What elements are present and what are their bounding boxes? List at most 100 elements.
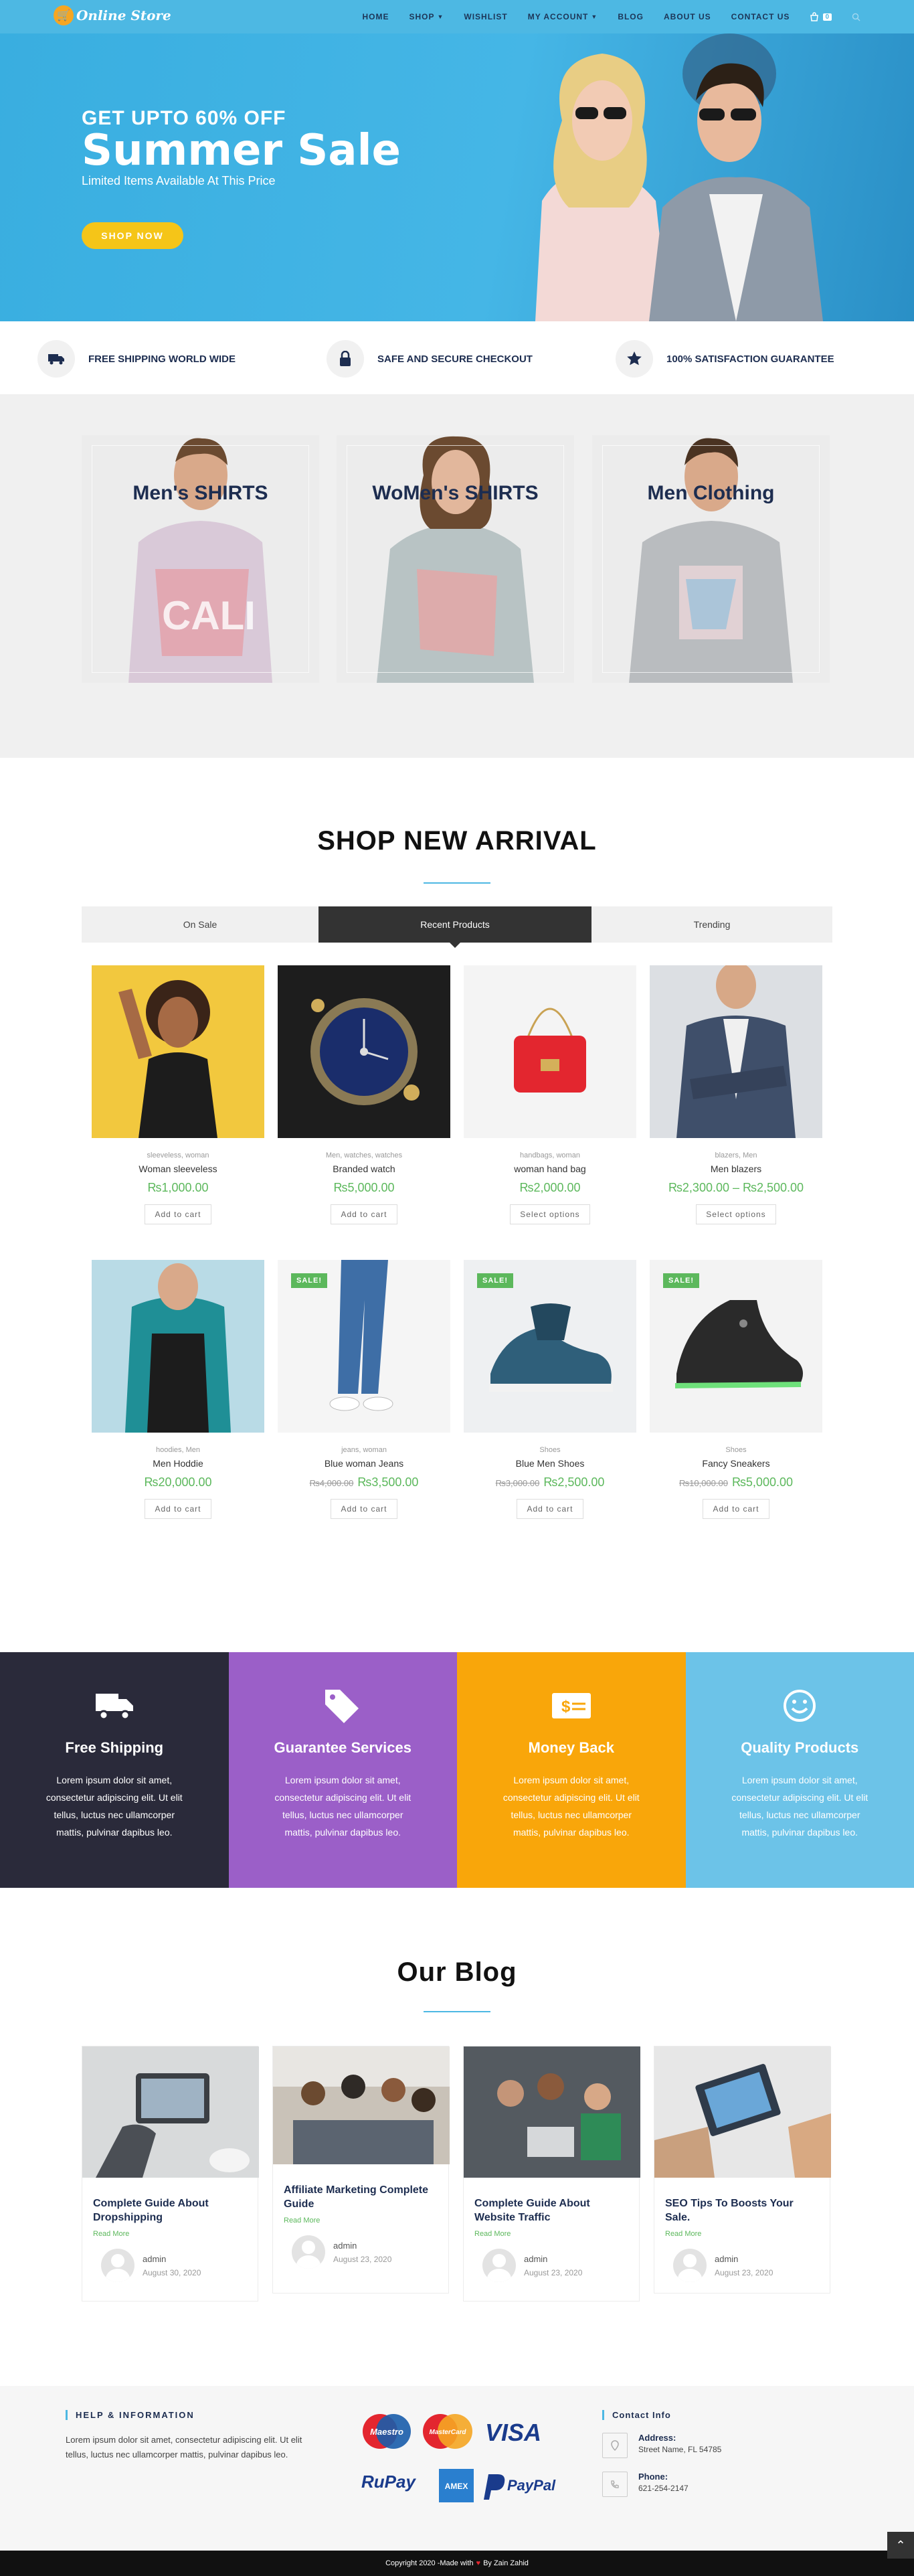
product-image[interactable]: SALE! — [464, 1260, 636, 1433]
product-price: ₨20,000.00 — [92, 1475, 264, 1490]
service-title: Guarantee Services — [274, 1739, 412, 1756]
service-quality: Quality Products Lorem ipsum dolor sit a… — [685, 1652, 914, 1888]
add-to-cart-button[interactable]: Add to cart — [145, 1499, 211, 1519]
smile-icon — [776, 1686, 823, 1726]
tab-recent-products[interactable]: Recent Products — [318, 906, 591, 948]
select-options-button[interactable]: Select options — [510, 1204, 590, 1224]
tags-icon — [319, 1686, 366, 1726]
product-price: ₨1,000.00 — [92, 1181, 264, 1195]
author-name[interactable]: admin — [715, 2254, 773, 2264]
tab-trending[interactable]: Trending — [591, 906, 832, 943]
logo[interactable]: 🛒 Online Store — [54, 5, 171, 25]
copyright-author: By Zain Zahid — [483, 2559, 529, 2567]
price-current: ₨5,000.00 — [731, 1475, 793, 1489]
blog-post-title[interactable]: Complete Guide About Dropshipping — [93, 2196, 247, 2225]
visa-logo: VISA — [485, 2419, 541, 2446]
product-name[interactable]: Woman sleeveless — [92, 1163, 264, 1174]
product-image[interactable]: SALE! — [278, 1260, 450, 1433]
product-categories: Shoes — [725, 1446, 747, 1454]
author-name[interactable]: admin — [333, 2241, 391, 2251]
add-to-cart-button[interactable]: Add to cart — [703, 1499, 769, 1519]
product-name[interactable]: Blue woman Jeans — [278, 1458, 450, 1469]
product-card: Men, watches, watches Branded watch ₨5,0… — [278, 965, 450, 1224]
maestro-logo: Maestro — [363, 2414, 411, 2449]
product-card: hoodies, Men Men Hoddie ₨20,000.00 Add t… — [92, 1260, 264, 1519]
nav-about-us[interactable]: ABOUT US — [664, 12, 711, 21]
product-name[interactable]: Men Hoddie — [92, 1458, 264, 1469]
mastercard-text: MasterCard — [429, 2429, 466, 2436]
product-image[interactable] — [92, 1260, 264, 1433]
tab-on-sale[interactable]: On Sale — [82, 906, 318, 943]
blog-title: Our Blog — [397, 1957, 517, 1987]
read-more-link[interactable]: Read More — [93, 2230, 247, 2238]
feature-label: SAFE AND SECURE CHECKOUT — [377, 353, 533, 365]
category-men-clothing[interactable]: Men Clothing — [592, 435, 830, 683]
nav-blog[interactable]: BLOG — [618, 12, 644, 21]
phone-value[interactable]: 621-254-2147 — [638, 2484, 689, 2493]
shop-now-button[interactable]: SHOP NOW — [82, 222, 183, 249]
blog-post-title[interactable]: Complete Guide About Website Traffic — [474, 2196, 628, 2225]
nav-shop[interactable]: SHOP ▼ — [409, 12, 444, 21]
avatar — [101, 2249, 134, 2282]
author-name[interactable]: admin — [524, 2254, 582, 2264]
hero-models-image — [535, 33, 823, 321]
post-date: August 23, 2020 — [333, 2254, 392, 2264]
cart-button[interactable]: 0 — [810, 12, 832, 21]
add-to-cart-button[interactable]: Add to cart — [145, 1204, 211, 1224]
blog-image[interactable] — [273, 2046, 450, 2164]
read-more-link[interactable]: Read More — [284, 2217, 438, 2225]
truck-icon — [37, 340, 75, 378]
product-name[interactable]: woman hand bag — [464, 1163, 636, 1174]
author-name[interactable]: admin — [143, 2254, 201, 2264]
add-to-cart-button[interactable]: Add to cart — [517, 1499, 583, 1519]
men-clothing-image — [592, 435, 830, 683]
blog-post-title[interactable]: Affiliate Marketing Complete Guide — [284, 2183, 438, 2211]
avatar — [673, 2249, 707, 2282]
search-button[interactable] — [852, 13, 860, 21]
nav-my-account[interactable]: MY ACCOUNT ▼ — [528, 12, 598, 21]
nav-contact-us[interactable]: CONTACT US — [731, 12, 790, 21]
product-price: ₨10,000.00 ₨5,000.00 — [650, 1475, 822, 1490]
service-money-back: $ Money Back Lorem ipsum dolor sit amet,… — [457, 1652, 686, 1888]
product-name[interactable]: Men blazers — [650, 1163, 822, 1174]
select-options-button[interactable]: Select options — [696, 1204, 776, 1224]
product-name[interactable]: Branded watch — [278, 1163, 450, 1174]
product-image[interactable] — [464, 965, 636, 1138]
service-title: Money Back — [528, 1739, 614, 1756]
feature-satisfaction: 100% SATISFACTION GUARANTEE — [616, 340, 834, 378]
category-womens-shirts[interactable]: WoMen's SHIRTS — [337, 435, 574, 683]
truck-icon — [91, 1686, 138, 1726]
service-text: Lorem ipsum dolor sit amet, consectetur … — [731, 1775, 869, 1838]
paypal-text: PayPal — [507, 2477, 556, 2494]
frame-line — [602, 672, 820, 673]
add-to-cart-button[interactable]: Add to cart — [331, 1204, 397, 1224]
address-value: Street Name, FL 54785 — [638, 2445, 722, 2454]
new-arrival-title: SHOP NEW ARRIVAL — [317, 826, 597, 856]
product-image[interactable] — [278, 965, 450, 1138]
help-heading: HELP & INFORMATION — [66, 2410, 195, 2420]
svg-text:$: $ — [561, 1698, 571, 1716]
product-image[interactable]: SALE! — [650, 1260, 822, 1433]
read-more-link[interactable]: Read More — [665, 2230, 819, 2238]
product-image[interactable] — [92, 965, 264, 1138]
star-icon — [616, 340, 653, 378]
product-image[interactable] — [650, 965, 822, 1138]
blog-image[interactable] — [82, 2046, 259, 2178]
read-more-link[interactable]: Read More — [474, 2230, 628, 2238]
service-guarantee: Guarantee Services Lorem ipsum dolor sit… — [228, 1652, 457, 1888]
product-name[interactable]: Fancy Sneakers — [650, 1458, 822, 1469]
blog-image[interactable] — [464, 2046, 640, 2178]
phone-label: Phone: — [638, 2472, 668, 2482]
product-card: SALE! Shoes Blue Men Shoes ₨3,000.00 ₨2,5… — [464, 1260, 636, 1519]
product-name[interactable]: Blue Men Shoes — [464, 1458, 636, 1469]
nav-wishlist[interactable]: WISHLIST — [464, 12, 507, 21]
add-to-cart-button[interactable]: Add to cart — [331, 1499, 397, 1519]
blog-image[interactable] — [654, 2046, 831, 2178]
category-title: Men Clothing — [647, 482, 775, 504]
frame-line — [92, 445, 309, 446]
category-mens-shirts[interactable]: CALI Men's SHIRTS — [82, 435, 319, 683]
nav-home[interactable]: HOME — [362, 12, 389, 21]
scroll-to-top-button[interactable]: ⌃ — [887, 2532, 914, 2559]
blog-post-title[interactable]: SEO Tips To Boosts Your Sale. — [665, 2196, 819, 2225]
cart-logo-icon: 🛒 — [54, 5, 74, 25]
